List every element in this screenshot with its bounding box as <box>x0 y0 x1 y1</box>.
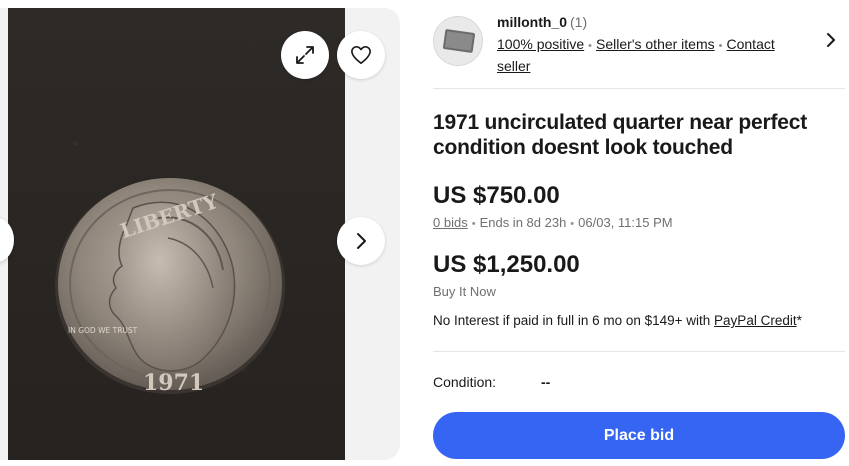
watch-button[interactable] <box>337 31 385 79</box>
condition-label: Condition: <box>433 374 497 390</box>
image-gallery: LIBERTY IN GOD WE TRUST 1971 <box>0 8 400 460</box>
seller-card: millonth_0 (1) 100% positive • Seller's oth… <box>433 14 845 76</box>
end-date: 06/03, 11:15 PM <box>578 215 673 230</box>
coin-motto-text: IN GOD WE TRUST <box>68 326 138 335</box>
buy-it-now-price: US $1,250.00 <box>433 251 580 278</box>
coin-year-text: 1971 <box>143 370 204 396</box>
listing-title: 1971 uncirculated quarter near perfect c… <box>433 111 808 159</box>
separator-dot: • <box>588 40 593 52</box>
current-bid-price: US $750.00 <box>433 182 560 209</box>
seller-other-items-link[interactable]: Seller's other items <box>596 36 715 52</box>
bids-link[interactable]: 0 bids <box>433 215 468 230</box>
condition-value: -- <box>541 374 551 390</box>
seller-avatar[interactable] <box>433 16 483 66</box>
expand-icon <box>296 46 314 64</box>
buy-it-now-label: Buy It Now <box>433 284 496 299</box>
separator-dot: • <box>718 40 723 52</box>
next-image-button[interactable] <box>337 217 385 265</box>
heart-icon <box>351 46 371 64</box>
bid-info: 0 bids • Ends in 8d 23h • 06/03, 11:15 PM <box>433 215 673 230</box>
chevron-right-icon[interactable] <box>823 32 839 48</box>
financing-asterisk: * <box>796 313 802 328</box>
seller-name[interactable]: millonth_0 <box>497 14 567 30</box>
separator-dot: • <box>471 218 476 230</box>
financing-info: No Interest if paid in full in 6 mo on $… <box>433 313 802 328</box>
paypal-credit-link[interactable]: PayPal Credit <box>714 313 797 328</box>
separator-dot: • <box>570 218 575 230</box>
item-details-panel: millonth_0 (1) 100% positive • Seller's oth… <box>433 0 845 466</box>
expand-button[interactable] <box>281 31 329 79</box>
chevron-right-icon <box>357 233 366 249</box>
avatar-image <box>443 29 475 53</box>
seller-feedback-count: (1) <box>570 14 588 30</box>
place-bid-button[interactable]: Place bid <box>433 412 845 459</box>
seller-name-row: millonth_0 (1) <box>497 14 587 30</box>
positive-feedback-link[interactable]: 100% positive <box>497 36 584 52</box>
financing-text: No Interest if paid in full in 6 mo on $… <box>433 313 715 328</box>
seller-links: 100% positive • Seller's other items • Conta… <box>497 34 807 76</box>
divider <box>433 351 845 352</box>
divider <box>433 88 845 89</box>
time-left: Ends in 8d 23h <box>479 215 567 230</box>
